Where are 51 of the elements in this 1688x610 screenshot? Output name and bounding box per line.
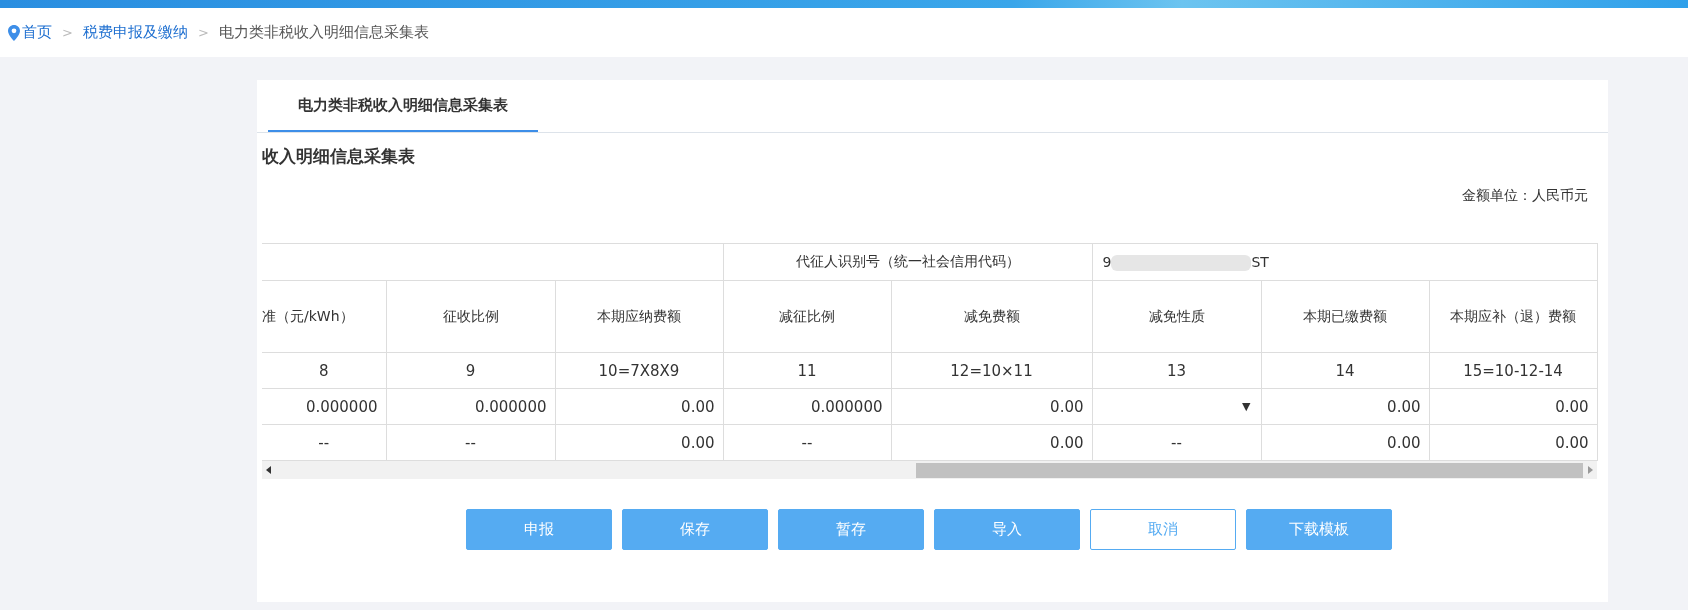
table-cell: 11	[723, 352, 891, 389]
breadcrumb-link[interactable]: 税费申报及缴纳	[82, 23, 188, 42]
action-button[interactable]: 暂存	[777, 509, 924, 550]
table-cell: 0.00	[555, 388, 723, 425]
column-header: 本期应纳费额	[555, 280, 723, 353]
table-cell: 0.00	[555, 424, 723, 461]
tab[interactable]: 电力类非税收入明细信息采集表	[268, 80, 538, 132]
table-cell: 0.00	[891, 424, 1092, 461]
table-cell: 0.00	[1429, 424, 1598, 461]
breadcrumb-link[interactable]: 首页	[22, 23, 52, 42]
table-cell: 8	[262, 352, 386, 389]
breadcrumb-separator: >	[197, 25, 209, 40]
table-cell: 0.000000	[386, 388, 555, 425]
column-header: 减免性质	[1092, 280, 1261, 353]
column-header: 减免费额	[891, 280, 1092, 353]
breadcrumb-current: 电力类非税收入明细信息采集表	[218, 23, 429, 42]
action-button[interactable]: 保存	[621, 509, 768, 550]
breadcrumb-separator: >	[62, 25, 73, 40]
table-cell: 12=10×11	[891, 352, 1092, 389]
table-cell: 9	[386, 352, 555, 389]
column-header: 本期已缴费额	[1261, 280, 1429, 353]
table-cell: 0.00	[1429, 388, 1598, 425]
table-cell: 15=10-12-14	[1429, 352, 1598, 389]
column-header: 减征比例	[723, 280, 891, 353]
table-cell: --	[262, 424, 386, 461]
scroll-right-icon[interactable]	[1587, 466, 1593, 474]
table-cell: 0.000000	[723, 388, 891, 425]
horizontal-scrollbar[interactable]	[262, 461, 1597, 479]
table-cell: 9 ST	[1092, 243, 1598, 281]
column-header: 准（元/kWh）	[262, 280, 386, 353]
table-cell: 13	[1092, 352, 1261, 389]
table-cell: 代征人识别号（统一社会信用代码）	[723, 243, 1092, 281]
column-header: 征收比例	[386, 280, 555, 353]
location-pin-icon	[8, 24, 20, 41]
action-button[interactable]: 导入	[933, 509, 1080, 550]
table-cell: --	[386, 424, 555, 461]
table-cell: 0.00	[1261, 424, 1429, 461]
table-cell: 0.00	[1261, 388, 1429, 425]
scroll-left-icon[interactable]	[266, 466, 272, 474]
column-header: 本期应补（退）费额	[1429, 280, 1598, 353]
table-cell: 10=7X8X9	[555, 352, 723, 389]
action-button[interactable]: 取消	[1089, 509, 1236, 550]
form-title: 收入明细信息采集表	[262, 144, 415, 168]
table-cell: --	[1092, 424, 1261, 461]
action-button[interactable]: 申报	[465, 509, 612, 550]
table-cell: --	[723, 424, 891, 461]
table-cell: 0.000000	[262, 388, 386, 425]
amount-unit-note: 金额单位：人民币元	[1462, 187, 1588, 203]
table-cell: 0.00	[891, 388, 1092, 425]
table-cell: 14	[1261, 352, 1429, 389]
action-button[interactable]: 下载模板	[1245, 509, 1392, 550]
